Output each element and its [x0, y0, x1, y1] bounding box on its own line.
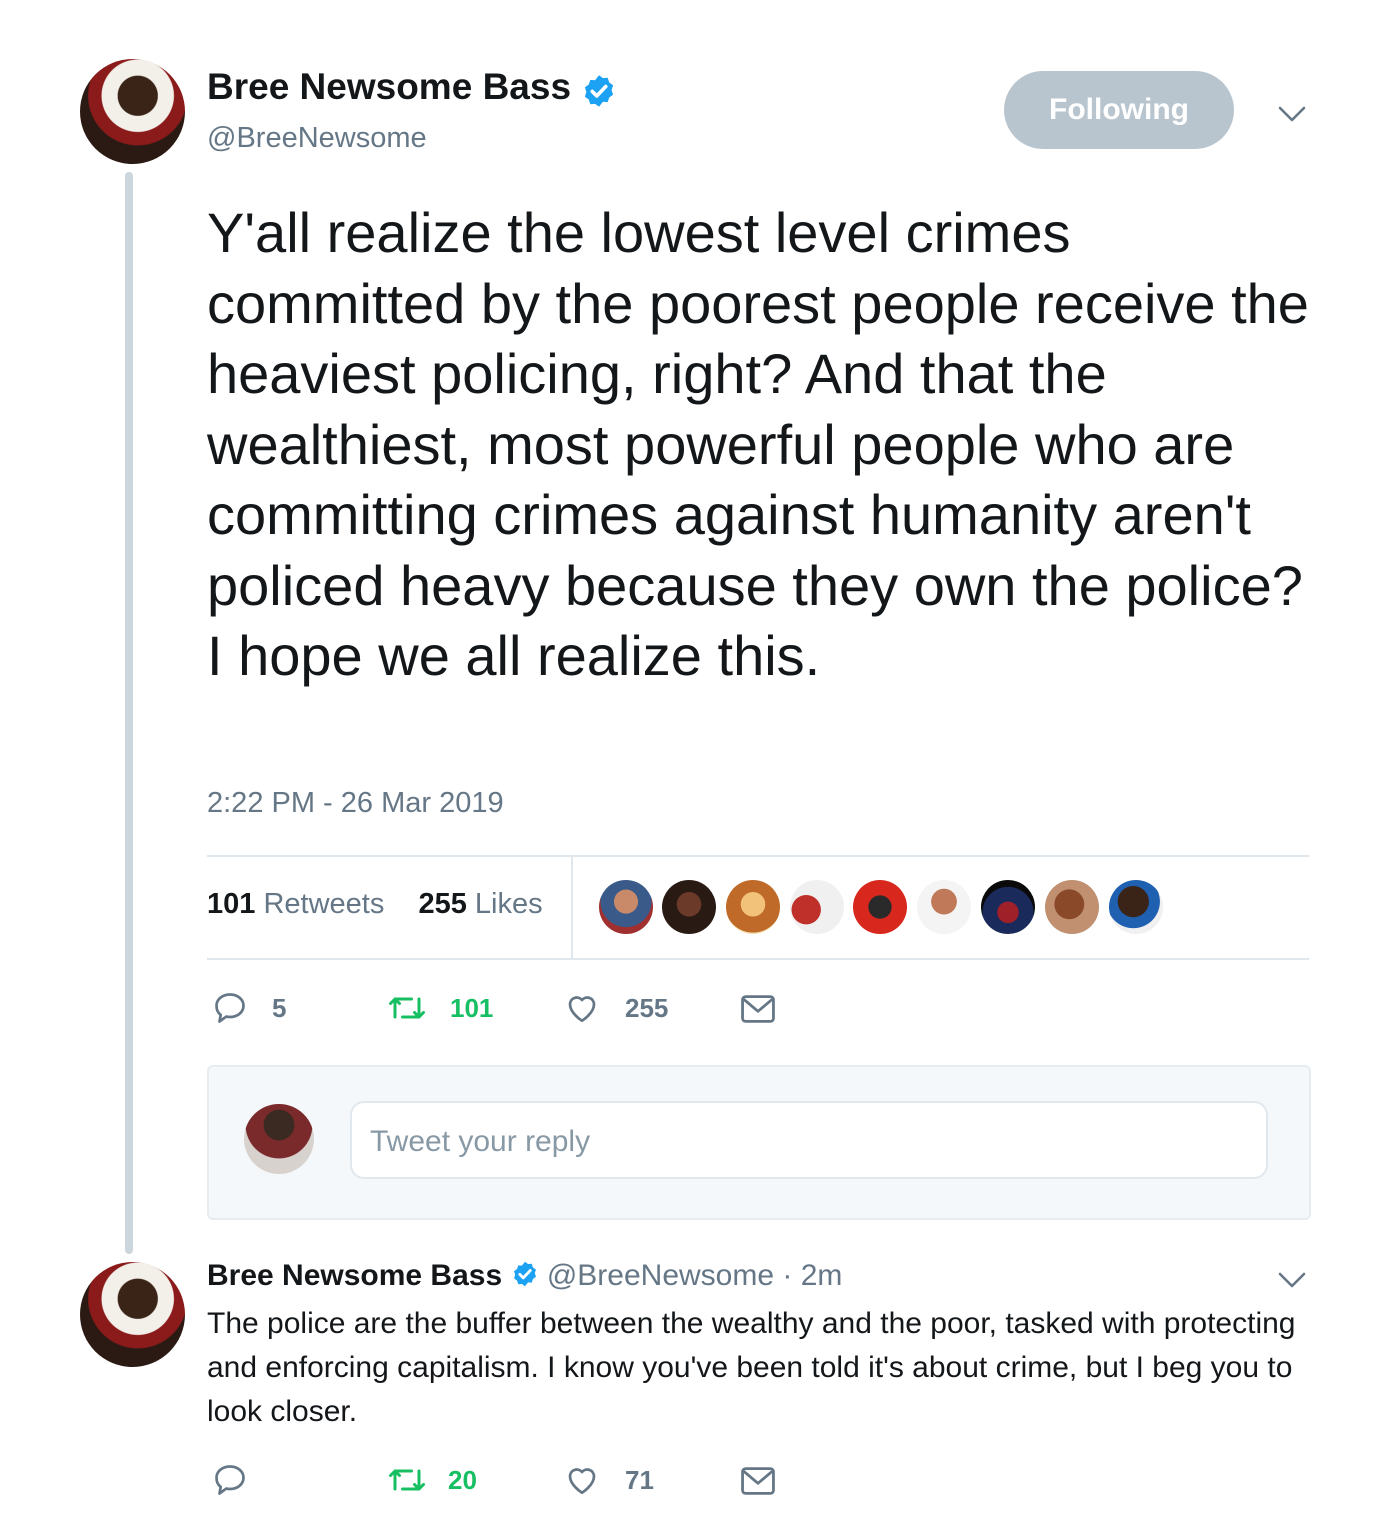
- reply-author-name[interactable]: Bree Newsome Bass: [207, 1259, 502, 1292]
- retweet-icon: [389, 997, 425, 1019]
- reply-input[interactable]: Tweet your reply: [350, 1101, 1268, 1179]
- liker-avatar[interactable]: [726, 880, 780, 934]
- reply-action[interactable]: 5: [212, 990, 286, 1026]
- reply-time[interactable]: · 2m: [782, 1259, 842, 1292]
- like-action[interactable]: 255: [563, 990, 668, 1026]
- reply-action[interactable]: [212, 1462, 248, 1498]
- author-name[interactable]: Bree Newsome Bass: [207, 66, 571, 107]
- liker-avatar[interactable]: [599, 880, 653, 934]
- reply-tweet-text: The police are the buffer between the we…: [207, 1307, 1296, 1428]
- verified-badge-icon: [585, 75, 614, 107]
- current-user-avatar[interactable]: [244, 1104, 314, 1174]
- liker-avatar[interactable]: [917, 880, 971, 934]
- direct-message-icon[interactable]: [739, 1464, 777, 1498]
- thread-line: [125, 172, 133, 1254]
- retweet-action[interactable]: 20: [386, 1462, 477, 1498]
- tweet-text: Y'all realize the lowest level crimes co…: [207, 201, 1309, 687]
- divider: [207, 855, 1309, 857]
- following-button[interactable]: Following: [1004, 71, 1234, 149]
- retweet-action[interactable]: 101: [386, 990, 493, 1026]
- verified-badge-icon: [513, 1261, 536, 1287]
- retweets-label: Retweets: [263, 888, 385, 920]
- liker-avatar[interactable]: [790, 880, 844, 934]
- divider: [207, 958, 1309, 960]
- tweet-timestamp[interactable]: 2:22 PM - 26 Mar 2019: [207, 787, 504, 820]
- stats-separator: [571, 857, 573, 959]
- reply-author-avatar[interactable]: [80, 1262, 185, 1367]
- reply-icon: [215, 1465, 245, 1495]
- author-name-row: Bree Newsome Bass: [207, 66, 617, 109]
- liker-avatar[interactable]: [981, 880, 1035, 934]
- heart-icon: [568, 996, 596, 1023]
- likes-label: Likes: [474, 888, 543, 920]
- retweets-stat[interactable]: 101 Retweets: [207, 888, 384, 920]
- likes-count: 255: [418, 888, 467, 920]
- retweet-count: 20: [448, 1464, 477, 1495]
- likes-stat[interactable]: 255 Likes: [418, 888, 542, 920]
- retweet-icon: [389, 1469, 425, 1491]
- heart-icon: [568, 1468, 596, 1495]
- retweet-count: 101: [450, 992, 494, 1023]
- direct-message-icon[interactable]: [739, 992, 777, 1026]
- reply-icon: [215, 993, 245, 1023]
- liker-avatar[interactable]: [853, 880, 907, 934]
- author-avatar[interactable]: [80, 59, 185, 164]
- like-action[interactable]: 71: [563, 1462, 654, 1498]
- retweets-count: 101: [207, 888, 256, 920]
- liker-avatar[interactable]: [662, 880, 716, 934]
- reply-count: 5: [272, 992, 287, 1023]
- author-handle[interactable]: @BreeNewsome: [207, 122, 427, 155]
- reply-author-handle[interactable]: @BreeNewsome: [547, 1259, 774, 1292]
- like-count: 255: [625, 992, 669, 1023]
- reply-header: Bree Newsome Bass @BreeNewsome · 2m: [207, 1259, 842, 1293]
- chevron-down-icon[interactable]: [1278, 105, 1306, 123]
- chevron-down-icon[interactable]: [1278, 1271, 1306, 1289]
- like-count: 71: [625, 1464, 654, 1495]
- engagement-stats: 101 Retweets 255 Likes: [207, 888, 543, 921]
- liker-avatar[interactable]: [1109, 880, 1163, 934]
- liker-avatar[interactable]: [1045, 880, 1099, 934]
